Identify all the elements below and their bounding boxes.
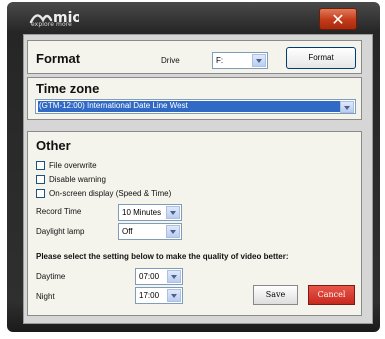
cancel-button[interactable]: Cancel (308, 285, 355, 305)
logo-tagline: explore more (31, 21, 72, 28)
chevron-down-icon[interactable] (166, 225, 180, 238)
record-time-value: 10 Minutes (122, 208, 162, 217)
title-bar: mio explore more ✕ (7, 2, 380, 34)
timezone-select[interactable]: (GTM-12:00) International Date Line West (35, 99, 356, 114)
timezone-value: (GTM-12:00) International Date Line West (39, 101, 188, 110)
night-value: 17:00 (139, 291, 160, 300)
quality-note: Please select the setting below to make … (36, 252, 289, 261)
chevron-down-icon[interactable] (167, 289, 181, 302)
save-button[interactable]: Save (253, 285, 298, 305)
drive-select[interactable]: F: (212, 52, 268, 69)
record-time-select[interactable]: 10 Minutes (118, 204, 182, 221)
night-label: Night (36, 292, 55, 301)
daytime-select[interactable]: 07:00 (135, 268, 183, 285)
daylight-lamp-select[interactable]: Off (118, 223, 182, 240)
drive-value: F: (216, 56, 224, 65)
disable-warning-label: Disable warning (49, 175, 106, 184)
record-time-label: Record Time (36, 207, 82, 216)
night-select[interactable]: 17:00 (135, 287, 183, 304)
osd-label: On-screen display (Speed & Time) (49, 189, 172, 198)
other-title: Other (36, 138, 71, 153)
disable-warning-checkbox[interactable] (36, 175, 45, 184)
daylight-lamp-value: Off (122, 227, 133, 236)
timezone-title: Time zone (36, 81, 100, 96)
osd-checkbox[interactable] (36, 189, 45, 198)
close-button[interactable]: ✕ (319, 8, 357, 30)
file-overwrite-checkbox[interactable] (36, 161, 45, 170)
chevron-down-icon[interactable] (167, 270, 181, 283)
drive-label: Drive (161, 56, 180, 65)
chevron-down-icon[interactable] (166, 206, 180, 219)
chevron-down-icon[interactable] (252, 54, 266, 67)
timezone-panel: Time zone (GTM-12:00) International Date… (27, 77, 362, 120)
daytime-label: Daytime (36, 272, 66, 281)
other-panel: Other File overwrite Disable warning On-… (27, 131, 362, 316)
format-title: Format (36, 51, 81, 66)
format-panel: Format Drive F: Format (27, 40, 362, 74)
format-button[interactable]: Format (286, 47, 356, 69)
daytime-value: 07:00 (139, 272, 160, 281)
file-overwrite-label: File overwrite (49, 161, 97, 170)
chevron-down-icon[interactable] (340, 101, 354, 113)
daylight-lamp-label: Daylight lamp (36, 227, 85, 236)
